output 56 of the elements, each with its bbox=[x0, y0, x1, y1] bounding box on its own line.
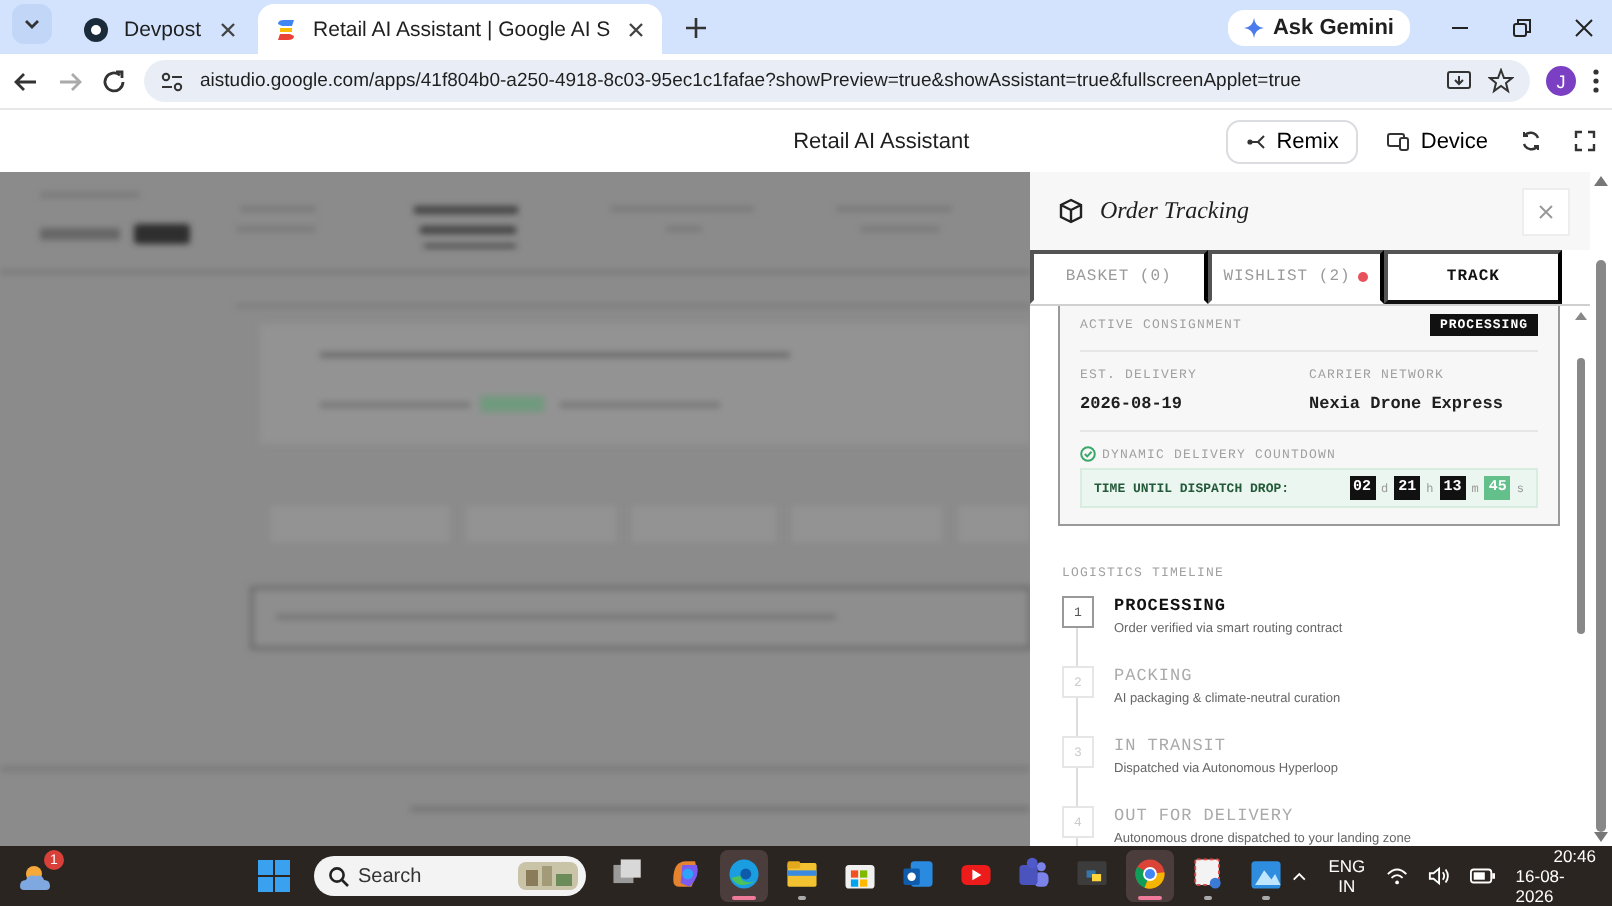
field-value: Nexia Drone Express bbox=[1309, 394, 1505, 414]
search-icon bbox=[327, 865, 350, 887]
panel-title: Order Tracking bbox=[1100, 196, 1252, 226]
language-label[interactable]: ENG bbox=[1328, 855, 1366, 876]
logo-icon bbox=[84, 17, 108, 41]
scrollbar[interactable] bbox=[1590, 172, 1612, 846]
tab-title: Devpost bbox=[124, 17, 202, 41]
panel-tab[interactable]: TRACK bbox=[1384, 250, 1563, 304]
refresh-icon[interactable] bbox=[1520, 130, 1542, 152]
reload-icon[interactable] bbox=[100, 67, 128, 95]
cube-icon bbox=[1058, 198, 1084, 224]
close-icon bbox=[1538, 203, 1554, 219]
close-icon[interactable] bbox=[1573, 17, 1593, 37]
clock-time[interactable]: 20:46 bbox=[1553, 845, 1596, 866]
region-label[interactable]: IN bbox=[1338, 876, 1356, 897]
bookmark-star-icon[interactable] bbox=[1488, 68, 1514, 94]
back-icon[interactable] bbox=[12, 67, 40, 95]
clock-date[interactable]: 16-08-2026 bbox=[1515, 865, 1596, 906]
new-tab-icon[interactable] bbox=[682, 14, 711, 42]
taskbar-app[interactable] bbox=[719, 850, 768, 902]
app-chrome-icon bbox=[1129, 853, 1170, 893]
volume-icon[interactable] bbox=[1427, 866, 1450, 886]
browser-tab[interactable]: Retail AI Assistant | Google AI S bbox=[257, 4, 663, 54]
close-icon[interactable] bbox=[626, 19, 647, 39]
fullscreen-icon[interactable] bbox=[1574, 130, 1596, 152]
app-edge-icon bbox=[723, 853, 764, 893]
check-circle-icon bbox=[1080, 446, 1096, 462]
device-button[interactable]: Device bbox=[1370, 121, 1504, 161]
step-title: PROCESSING bbox=[1114, 596, 1229, 616]
taskbar-app[interactable] bbox=[1125, 850, 1174, 902]
step-title: PACKING bbox=[1114, 666, 1195, 686]
remix-button[interactable]: Remix bbox=[1226, 119, 1359, 163]
tab-title: Retail AI Assistant | Google AI S bbox=[313, 17, 611, 41]
ask-gemini-button[interactable]: Ask Gemini bbox=[1228, 9, 1410, 45]
chevron-down-icon bbox=[22, 14, 42, 34]
menu-icon[interactable] bbox=[1592, 68, 1600, 94]
profile-avatar[interactable]: J bbox=[1546, 66, 1576, 96]
step-title: OUT FOR DELIVERY bbox=[1114, 806, 1296, 826]
address-bar[interactable]: aistudio.google.com/apps/41f804b0-a250-4918-8c03-95ec1c1fafae?showPreview=true&showAssistant=true&fullscreenApplet=true bbox=[144, 60, 1530, 102]
devices-icon bbox=[1386, 131, 1411, 151]
restore-icon[interactable] bbox=[1511, 17, 1531, 37]
wifi-icon[interactable] bbox=[1385, 866, 1408, 886]
tab-search-button[interactable] bbox=[12, 4, 52, 44]
app-title: Retail AI Assistant bbox=[791, 129, 972, 153]
url-text: aistudio.google.com/apps/41f804b0-a250-4918-8c03-95ec1c1fafae?showPreview=true&showAssistant=true&fullscreenApplet=true bbox=[200, 70, 1302, 92]
site-settings-icon[interactable] bbox=[160, 69, 184, 93]
field-value: 2026-08-19 bbox=[1080, 394, 1185, 414]
battery-icon[interactable] bbox=[1469, 868, 1496, 884]
close-icon[interactable] bbox=[217, 19, 238, 39]
share-icon bbox=[1246, 131, 1267, 151]
logo-icon bbox=[273, 17, 298, 41]
sparkle-icon bbox=[1244, 17, 1265, 37]
app-teams-icon bbox=[1013, 853, 1054, 893]
install-icon[interactable] bbox=[1446, 68, 1472, 94]
step-title: IN TRANSIT bbox=[1114, 736, 1229, 756]
browser-tab[interactable]: Devpost bbox=[68, 4, 254, 54]
